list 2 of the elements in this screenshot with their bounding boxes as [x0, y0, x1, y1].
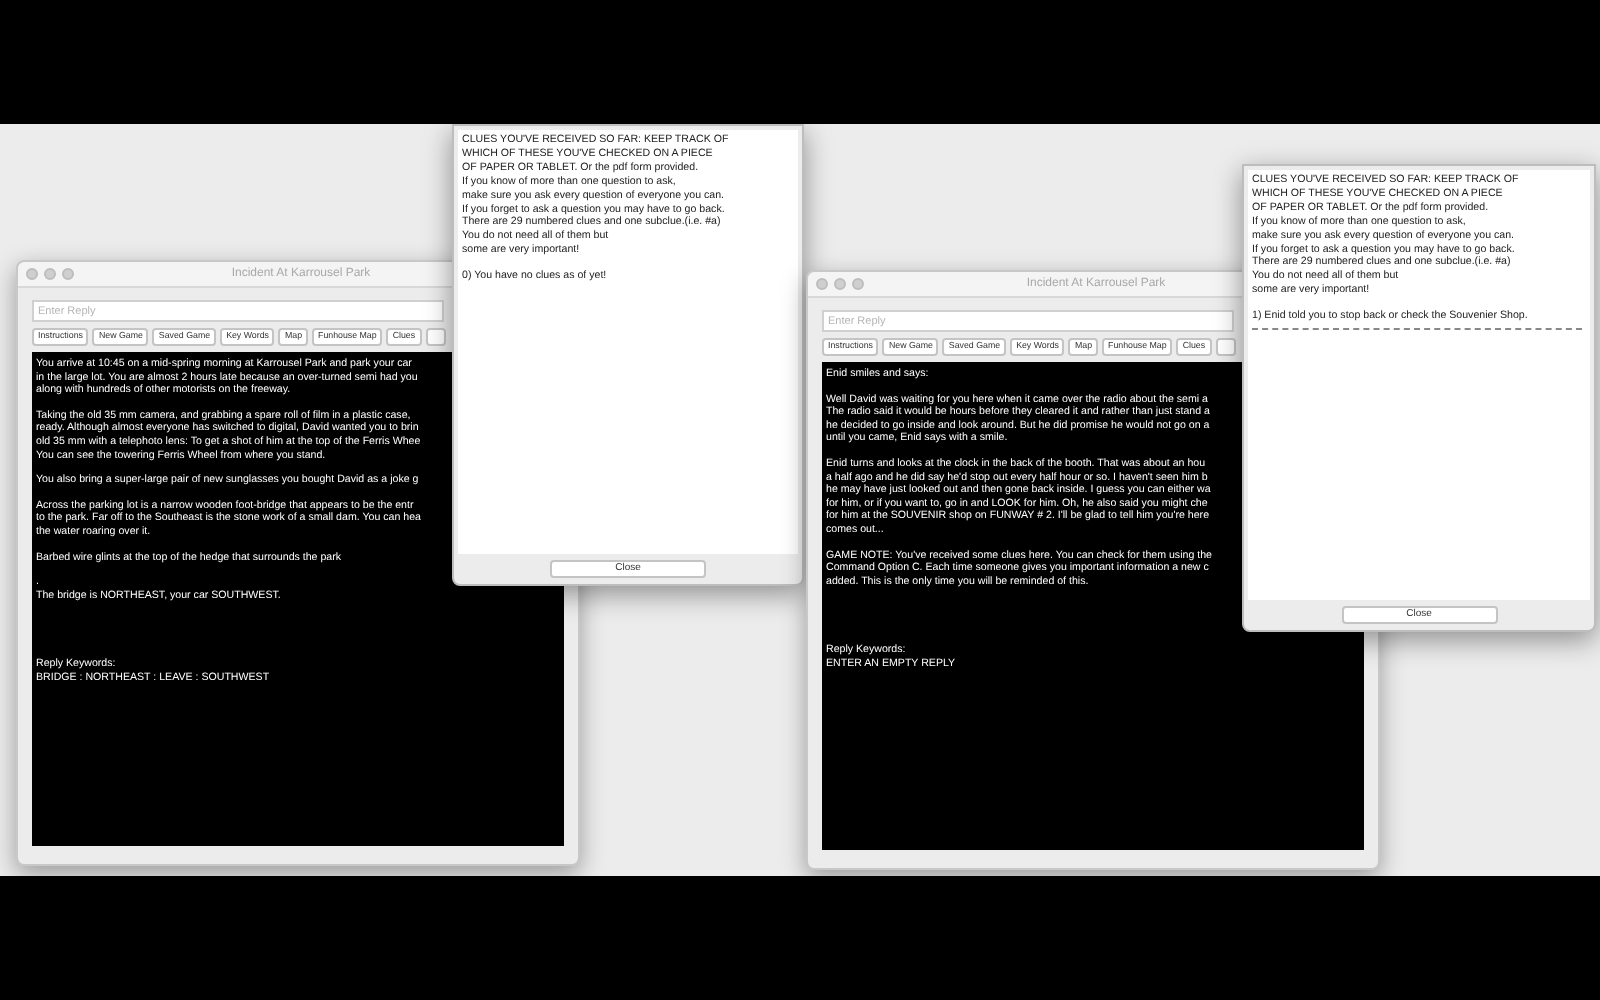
toolbar-button[interactable]	[425, 328, 446, 346]
toolbar-button[interactable]	[1215, 338, 1236, 356]
